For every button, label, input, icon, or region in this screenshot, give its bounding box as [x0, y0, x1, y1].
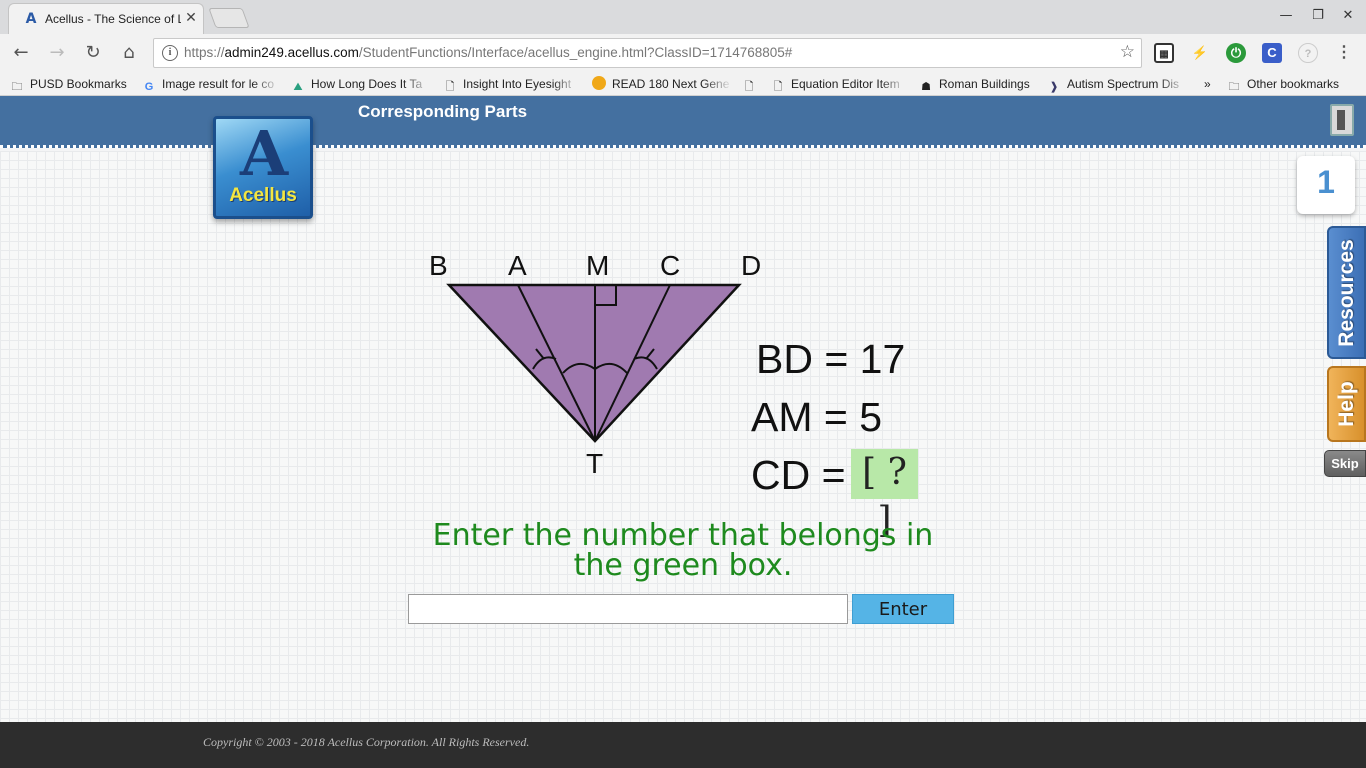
- equation-cd: CD =: [751, 452, 846, 498]
- copyright-text: Copyright © 2003 - 2018 Acellus Corporat…: [203, 735, 530, 749]
- counter-number: 1: [1317, 164, 1335, 200]
- problem-counter: 1: [1297, 156, 1355, 214]
- bookmark-other[interactable]: 🗀 Other bookmarks: [1227, 76, 1361, 94]
- close-window-icon[interactable]: ✕: [1337, 6, 1359, 26]
- google-icon: G: [144, 81, 154, 93]
- address-bar[interactable]: i https://admin249.acellus.com/StudentFu…: [153, 38, 1142, 68]
- browser-tab[interactable]: A Acellus - The Science of Learning ✕: [8, 3, 204, 34]
- footer: Copyright © 2003 - 2018 Acellus Corporat…: [0, 722, 1366, 768]
- bookmark-read180[interactable]: READ 180 Next Gene: [592, 76, 732, 94]
- close-tab-icon[interactable]: ✕: [183, 10, 199, 26]
- bookmark-image-result[interactable]: G Image result for le co: [142, 76, 280, 94]
- equation-am: AM = 5: [751, 394, 883, 440]
- instruction-line-2: the green box.: [573, 548, 793, 583]
- resources-tab[interactable]: Resources: [1327, 226, 1366, 359]
- label-d: D: [741, 250, 761, 281]
- help-label: Help: [1334, 381, 1358, 427]
- acellus-logo: A Acellus: [213, 116, 313, 219]
- url-scheme: https://: [184, 45, 225, 60]
- c-extension-icon[interactable]: C: [1262, 43, 1282, 63]
- new-tab-button[interactable]: [208, 8, 250, 28]
- page-icon: 🗋: [773, 81, 783, 93]
- arrow-icon: ❱: [1049, 81, 1059, 93]
- folder-icon: 🗀: [1228, 81, 1240, 93]
- resources-label: Resources: [1334, 238, 1358, 347]
- enter-button[interactable]: Enter: [852, 594, 954, 624]
- browser-toolbar: ← → ↻ ⌂ i https://admin249.acellus.com/S…: [0, 34, 1366, 72]
- helmet-icon: ☗: [921, 81, 931, 93]
- bookmark-star-icon[interactable]: ☆: [1120, 42, 1135, 62]
- label-c: C: [660, 250, 680, 281]
- skip-button[interactable]: Skip: [1324, 450, 1366, 477]
- bookmark-autism[interactable]: ❱ Autism Spectrum Dis: [1047, 76, 1187, 94]
- app-header: Corresponding Parts: [0, 96, 1366, 148]
- reload-icon[interactable]: ↻: [80, 41, 106, 65]
- bookmark-label: READ 180 Next Gene: [612, 77, 730, 91]
- instruction-text: Enter the number that belongs in the gre…: [420, 521, 946, 581]
- bookmark-equation-editor[interactable]: 🗋 Equation Editor Item: [771, 76, 907, 94]
- bookmarks-overflow[interactable]: »: [1204, 76, 1218, 94]
- url-text[interactable]: https://admin249.acellus.com/StudentFunc…: [184, 45, 792, 60]
- forward-icon[interactable]: →: [44, 41, 70, 65]
- bookmark-label: Insight Into Eyesight: [463, 77, 572, 91]
- instruction-line-1: Enter the number that belongs in: [432, 518, 934, 553]
- label-a: A: [508, 250, 527, 281]
- tab-strip: A Acellus - The Science of Learning ✕ — …: [0, 0, 1366, 34]
- folder-icon: 🗀: [11, 81, 23, 93]
- label-t: T: [586, 448, 603, 479]
- restore-icon[interactable]: ❐: [1307, 6, 1329, 26]
- bookmark-insight[interactable]: 🗋 Insight Into Eyesight: [443, 76, 579, 94]
- bookmark-label: PUSD Bookmarks: [30, 77, 127, 91]
- label-m: M: [586, 250, 609, 281]
- page-icon: ⛰: [293, 81, 303, 93]
- lesson-title: Corresponding Parts: [358, 102, 528, 121]
- answer-input[interactable]: [408, 594, 848, 624]
- menu-icon[interactable]: ⋮: [1334, 43, 1354, 63]
- url-host: admin249.acellus.com: [224, 45, 359, 60]
- page-icon: 🗋: [445, 81, 455, 93]
- green-answer-box: [ ? ]: [851, 449, 918, 541]
- exit-door-icon[interactable]: [1330, 104, 1354, 136]
- power-extension-icon[interactable]: ⏻: [1226, 43, 1246, 63]
- qr-code-icon[interactable]: ▦: [1154, 43, 1174, 63]
- help-circle-icon[interactable]: ?: [1298, 43, 1318, 63]
- triangle-diagram: B A M C D T: [420, 245, 780, 480]
- minimize-icon[interactable]: —: [1275, 6, 1297, 26]
- tab-title: Acellus - The Science of Learning: [45, 12, 181, 26]
- logo-a-icon: A: [239, 117, 289, 190]
- bookmark-blank[interactable]: 🗋: [742, 76, 762, 94]
- bookmark-label: Image result for le co: [162, 77, 275, 91]
- label-b: B: [429, 250, 448, 281]
- url-path: /StudentFunctions/Interface/acellus_engi…: [358, 45, 793, 60]
- help-tab[interactable]: Help: [1327, 366, 1366, 442]
- bookmark-label: Autism Spectrum Dis: [1067, 77, 1180, 91]
- back-icon[interactable]: ←: [8, 41, 34, 65]
- bookmark-label: Equation Editor Item: [791, 77, 900, 91]
- logo-text: Acellus: [229, 185, 297, 206]
- extension-icon[interactable]: ⚡: [1190, 43, 1210, 63]
- circle-icon: [592, 76, 606, 90]
- info-icon[interactable]: i: [162, 45, 178, 61]
- home-icon[interactable]: ⌂: [116, 41, 142, 65]
- triangle-svg: B A M C D T: [429, 250, 761, 479]
- bookmark-label: Other bookmarks: [1247, 77, 1340, 91]
- bookmark-roman-buildings[interactable]: ☗ Roman Buildings: [919, 76, 1039, 94]
- acellus-icon: A: [25, 11, 37, 27]
- bookmark-label: How Long Does It Ta: [311, 77, 423, 91]
- equation-bd: BD = 17: [756, 336, 906, 382]
- bookmark-label: Roman Buildings: [939, 77, 1030, 91]
- bookmark-pusd[interactable]: 🗀 PUSD Bookmarks: [10, 76, 136, 94]
- bookmark-how-long[interactable]: ⛰ How Long Does It Ta: [291, 76, 431, 94]
- bookmarks-bar: 🗀 PUSD Bookmarks G Image result for le co …: [0, 72, 1366, 96]
- page-icon: 🗋: [744, 81, 754, 93]
